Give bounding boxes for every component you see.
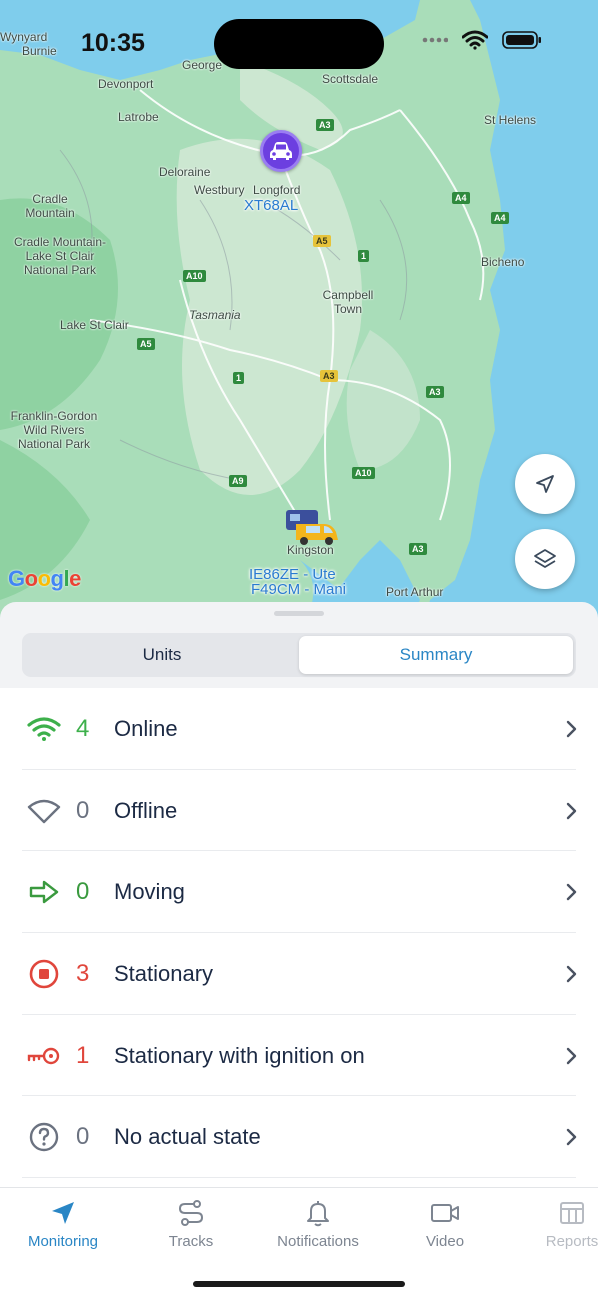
stop-icon [26, 958, 62, 990]
tab-reports[interactable]: Reports [512, 1198, 598, 1250]
road-shield: A3 [426, 386, 444, 398]
arrow-right-icon [26, 876, 62, 908]
map-label: Campbell Town [322, 288, 374, 316]
summary-row-online[interactable]: 4 Online [0, 688, 598, 770]
tab-tracks[interactable]: Tracks [131, 1198, 251, 1250]
road-shield: A9 [229, 475, 247, 487]
row-count: 0 [76, 796, 90, 824]
row-label: No actual state [114, 1124, 261, 1150]
map-label: Franklin-Gordon Wild Rivers National Par… [10, 409, 98, 451]
chevron-right-icon [566, 1129, 577, 1146]
navigation-arrow-icon [536, 475, 554, 493]
unit-label-van[interactable]: F49CM - Mani [251, 581, 346, 598]
battery-icon [502, 31, 541, 49]
wifi-icon [26, 713, 62, 745]
map-label: Tasmania [189, 308, 241, 322]
map-label: St Helens [484, 113, 537, 127]
chevron-right-icon [566, 965, 577, 983]
unit-marker-car[interactable] [260, 130, 302, 172]
map-label: Latrobe [118, 110, 159, 124]
row-count: 0 [76, 878, 90, 906]
row-count: 1 [76, 1041, 90, 1069]
map-label: Westbury [194, 183, 245, 197]
row-label: Stationary [114, 960, 214, 986]
row-count: 4 [76, 714, 90, 742]
tab-label: Notifications [277, 1233, 359, 1250]
road-shield: 1 [358, 250, 370, 262]
chevron-right-icon [566, 802, 577, 819]
video-camera-icon [430, 1198, 460, 1228]
location-arrow-icon [48, 1198, 78, 1228]
road-shield: A4 [452, 192, 470, 204]
summary-row-stationary[interactable]: 3 Stationary [0, 933, 598, 1015]
google-logo: Google [8, 566, 81, 591]
summary-row-offline[interactable]: 0 Offline [0, 770, 598, 852]
sheet-grabber[interactable] [274, 611, 324, 616]
summary-list: 4 Online 0 Offline 0 Moving 3 Stationary… [0, 688, 598, 1188]
road-shield: A10 [183, 270, 206, 282]
wifi-off-icon [26, 795, 62, 827]
layers-icon [534, 549, 556, 568]
tab-label: Tracks [168, 1233, 214, 1250]
row-count: 3 [76, 959, 90, 987]
tab-notifications[interactable]: Notifications [258, 1198, 378, 1250]
segment-summary[interactable]: Summary [299, 636, 573, 674]
row-label: Online [114, 715, 178, 741]
map-label: Bicheno [481, 255, 525, 269]
car-icon [270, 142, 292, 160]
report-table-icon [557, 1198, 587, 1228]
signal-dots-icon [422, 37, 448, 43]
road-shield: A10 [352, 467, 375, 479]
van-icon [286, 510, 338, 545]
segment-units[interactable]: Units [25, 636, 299, 674]
chevron-right-icon [566, 884, 577, 901]
row-label: Stationary with ignition on [114, 1042, 365, 1068]
units-summary-segmented-control[interactable]: Units Summary [22, 633, 576, 677]
unit-marker-van[interactable] [284, 506, 340, 550]
map-label: Deloraine [159, 165, 211, 179]
key-icon [26, 1040, 62, 1072]
road-shield: A4 [491, 212, 509, 224]
tab-video[interactable]: Video [385, 1198, 505, 1250]
row-count: 0 [76, 1123, 90, 1151]
status-icons [422, 30, 542, 50]
question-icon [26, 1121, 62, 1153]
tab-label: Video [425, 1233, 465, 1250]
locate-me-button[interactable] [515, 454, 575, 514]
summary-row-no-actual-state[interactable]: 0 No actual state [0, 1096, 598, 1178]
map-label: Longford [253, 183, 301, 197]
summary-row-ignition-on[interactable]: 1 Stationary with ignition on [0, 1015, 598, 1097]
map-label: Cradle Mountain [25, 192, 75, 220]
unit-label-car[interactable]: XT68AL [244, 197, 298, 214]
map-layers-button[interactable] [515, 529, 575, 589]
home-indicator [193, 1281, 405, 1287]
summary-row-moving[interactable]: 0 Moving [0, 851, 598, 933]
status-time: 10:35 [81, 29, 145, 57]
status-bar: 10:35 [0, 0, 598, 90]
bell-icon [303, 1198, 333, 1228]
tab-monitoring[interactable]: Monitoring [3, 1198, 123, 1250]
wifi-status-icon [462, 30, 488, 50]
route-icon [176, 1198, 206, 1228]
road-shield: A3 [409, 543, 427, 555]
map-view[interactable]: Wynyard Burnie Devonport George Scottsda… [0, 0, 598, 640]
row-label: Moving [114, 879, 185, 905]
road-shield: A5 [137, 338, 155, 350]
chevron-right-icon [566, 1047, 577, 1064]
road-shield: A3 [316, 119, 334, 131]
tab-label: Reports [545, 1233, 598, 1250]
map-label: Cradle Mountain-Lake St Clair National P… [13, 235, 107, 277]
road-shield: A5 [313, 235, 331, 247]
map-label: Lake St Clair [60, 318, 129, 332]
map-label: Port Arthur [386, 585, 444, 599]
tab-label: Monitoring [27, 1233, 99, 1250]
row-label: Offline [114, 797, 178, 823]
road-shield: 1 [233, 372, 245, 384]
road-shield: A3 [320, 370, 338, 382]
chevron-right-icon [566, 720, 577, 738]
dynamic-island [214, 19, 384, 69]
